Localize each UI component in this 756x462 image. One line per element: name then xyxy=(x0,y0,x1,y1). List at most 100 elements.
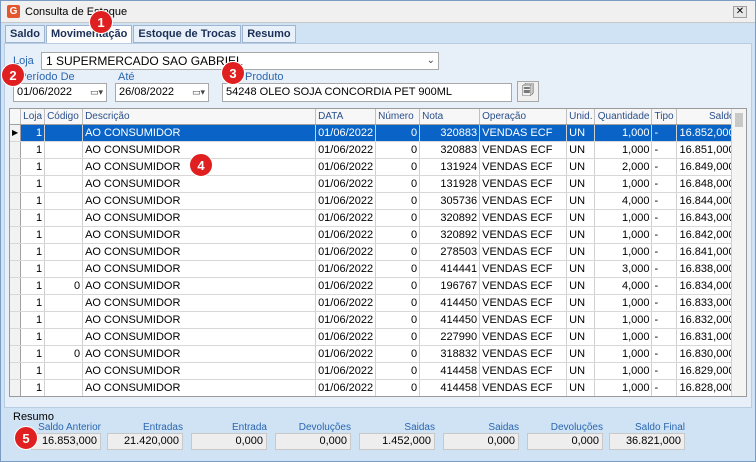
table-row[interactable]: 1 0 AO CONSUMIDOR 01/06/2022 0 318832 VENDAS E… xyxy=(10,345,738,363)
tab-resumo[interactable]: Resumo xyxy=(242,25,296,43)
table-cell: 16.841,000 xyxy=(676,243,738,261)
row-indicator[interactable] xyxy=(10,175,22,193)
table-cell: 1 xyxy=(20,362,46,380)
table-cell: VENDAS ECF xyxy=(479,209,568,227)
table-cell: 1 xyxy=(20,311,46,329)
callout-badge: 3 xyxy=(221,61,245,85)
table-cell: 1 xyxy=(20,243,46,261)
grid-vertical-scrollbar[interactable] xyxy=(731,109,746,396)
table-cell: 1 xyxy=(20,192,46,210)
table-cell: 0 xyxy=(44,345,84,363)
column-header[interactable]: Tipo xyxy=(651,109,677,125)
row-indicator[interactable] xyxy=(10,260,22,278)
table-cell: AO CONSUMIDOR xyxy=(82,175,317,193)
table-cell: 01/06/2022 xyxy=(315,379,377,396)
table-cell: 1,000 xyxy=(594,226,653,244)
saldo-anterior-value: 16.853,000 xyxy=(31,433,101,450)
column-header[interactable]: Descrição xyxy=(82,109,317,125)
table-row[interactable]: 1 AO CONSUMIDOR 01/06/2022 0 227990 VENDAS EC… xyxy=(10,328,738,346)
row-indicator[interactable] xyxy=(10,362,22,380)
table-row[interactable]: 1 AO CONSUMIDOR 01/06/2022 0 320892 VENDAS EC… xyxy=(10,226,738,244)
table-cell: 01/06/2022 xyxy=(315,294,377,312)
table-row[interactable]: 1 0 AO CONSUMIDOR 01/06/2022 0 196767 VENDAS E… xyxy=(10,277,738,295)
tab-saldo[interactable]: Saldo xyxy=(5,25,45,43)
column-header[interactable]: Código xyxy=(44,109,84,125)
movimentacao-grid[interactable]: Loja Código Descrição DATA Número Nota O… xyxy=(9,108,747,397)
row-indicator[interactable] xyxy=(10,294,22,312)
column-header[interactable]: Número xyxy=(375,109,421,125)
table-cell: 320892 xyxy=(419,209,481,227)
table-cell: 16.830,000 xyxy=(676,345,738,363)
tab-movimentacao[interactable]: Movimentação xyxy=(45,25,133,44)
column-header[interactable]: Operação xyxy=(479,109,568,125)
row-indicator[interactable] xyxy=(10,277,22,295)
calendar-icon: ▭▾ xyxy=(89,87,103,97)
table-row[interactable]: 1 AO CONSUMIDOR01/06/20220414458VENDAS EC… xyxy=(10,362,738,380)
devolucoes-entrada-value: 0,000 xyxy=(275,433,351,450)
row-indicator[interactable] xyxy=(10,243,22,261)
print-preview-button[interactable]: 🗐 xyxy=(517,81,539,102)
row-indicator[interactable] xyxy=(10,311,22,329)
scrollbar-thumb[interactable] xyxy=(735,113,743,127)
table-cell xyxy=(44,124,84,142)
table-cell: 1 xyxy=(20,328,46,346)
row-indicator[interactable] xyxy=(10,328,22,346)
table-cell: AO CONSUMIDOR xyxy=(82,226,317,244)
table-cell xyxy=(44,294,84,312)
periodo-de-field[interactable]: 01/06/2022 ▭▾ xyxy=(13,83,107,102)
table-row[interactable]: 1 AO CONSUMIDOR 01/06/2022 0 414450 VENDAS EC… xyxy=(10,311,738,329)
table-cell: 01/06/2022 xyxy=(315,328,377,346)
row-indicator[interactable] xyxy=(10,345,22,363)
table-row[interactable]: 1 AO CONSUMIDOR 01/06/2022 0 320892 VENDAS EC… xyxy=(10,209,738,227)
column-header[interactable]: Loja xyxy=(20,109,46,125)
column-header[interactable]: Saldo xyxy=(676,109,738,125)
table-cell: 16.831,000 xyxy=(676,328,738,346)
table-cell: 2,000 xyxy=(594,158,653,176)
table-row[interactable]: 1 AO CONSUMIDOR 01/06/2022 0 131928 VENDAS EC… xyxy=(10,175,738,193)
saidas-producao-value: 0,000 xyxy=(443,433,519,450)
table-cell: 0 xyxy=(375,243,421,261)
row-indicator[interactable] xyxy=(10,396,21,397)
table-row[interactable]: 1 AO CONSUMIDOR 01/06/2022 0 305736 VENDAS EC… xyxy=(10,192,738,210)
table-cell: - xyxy=(651,175,677,193)
ate-field[interactable]: 26/08/2022 ▭▾ xyxy=(115,83,209,102)
title-bar: G Consulta de Estoque ✕ xyxy=(1,1,755,23)
column-header[interactable]: DATA xyxy=(315,109,377,125)
table-row[interactable]: 1 AO CONSUMIDOR01/06/20220414458VENDAS EC… xyxy=(10,379,738,396)
column-header[interactable]: Unid. xyxy=(566,109,596,125)
column-header[interactable]: Quantidade xyxy=(594,109,653,125)
row-indicator[interactable]: ▶ xyxy=(10,124,22,142)
row-indicator[interactable] xyxy=(10,226,22,244)
table-row[interactable]: 1 AO CONSUMIDOR 01/06/2022 0 320883 VENDAS EC… xyxy=(10,141,738,159)
table-row[interactable]: 1 AO CONSUMIDOR 01/06/2022 0 278503 VENDAS EC… xyxy=(10,243,738,261)
table-cell: 1,000 xyxy=(595,396,652,397)
table-cell: 1,000 xyxy=(594,328,653,346)
table-cell: AO CONSUMIDOR xyxy=(82,379,317,396)
row-indicator[interactable] xyxy=(10,141,22,159)
row-indicator[interactable] xyxy=(10,192,22,210)
table-cell: 01/06/2022 xyxy=(315,345,377,363)
callout-badge: 1 xyxy=(89,10,113,34)
table-cell: VENDAS ECF xyxy=(479,328,568,346)
table-row[interactable]: ▶ 1 AO CONSUMIDOR 01/06/2022 0 320883 VENDAS E… xyxy=(10,124,738,142)
column-header[interactable]: Nota xyxy=(419,109,481,125)
table-row[interactable]: 1 AO CONSUMIDOR 01/06/2022 0 414450 VENDAS EC… xyxy=(10,294,738,312)
table-cell xyxy=(44,141,84,159)
saidas-label: Saidas xyxy=(404,422,435,433)
tab-estoque-trocas[interactable]: Estoque de Trocas xyxy=(133,25,242,43)
table-row[interactable]: 1 AO CONSUMIDOR01/06/20220414458VENDAS EC… xyxy=(10,396,737,397)
row-indicator[interactable] xyxy=(10,379,22,396)
table-cell: 1,000 xyxy=(594,209,653,227)
table-row[interactable]: 1 AO CONSUMIDOR 01/06/2022 0 131924 VENDAS EC… xyxy=(10,158,738,176)
table-row[interactable]: 1 AO CONSUMIDOR 01/06/2022 0 414441 VENDAS EC… xyxy=(10,260,738,278)
table-cell: AO CONSUMIDOR xyxy=(82,345,317,363)
table-cell: 01/06/2022 xyxy=(315,311,377,329)
table-cell xyxy=(45,396,83,397)
produto-field[interactable]: 54248 OLEO SOJA CONCORDIA PET 900ML xyxy=(222,83,512,102)
saldo-anterior-label: Saldo Anterior xyxy=(38,422,101,433)
table-cell: AO CONSUMIDOR xyxy=(82,277,317,295)
row-indicator[interactable] xyxy=(10,209,22,227)
row-indicator[interactable] xyxy=(10,158,22,176)
table-cell: 0 xyxy=(375,124,421,142)
close-button[interactable]: ✕ xyxy=(733,6,747,18)
